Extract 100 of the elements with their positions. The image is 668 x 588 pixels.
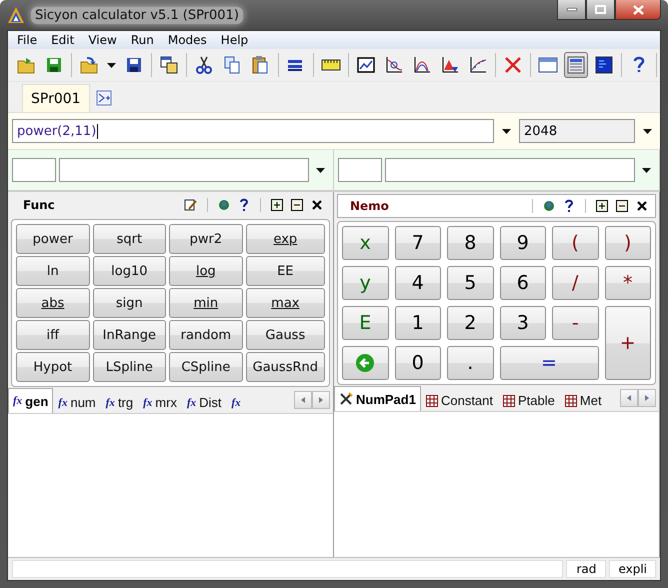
function-button[interactable]: sign bbox=[92, 288, 166, 318]
value-field[interactable] bbox=[385, 158, 635, 182]
keypad-key[interactable]: y bbox=[342, 266, 388, 300]
keypad-key[interactable]: + bbox=[604, 306, 651, 380]
keypad-key[interactable]: x bbox=[342, 226, 388, 260]
backspace-button[interactable] bbox=[342, 346, 388, 380]
help-icon[interactable] bbox=[237, 198, 251, 212]
globe-icon[interactable] bbox=[217, 198, 231, 212]
result-field[interactable]: 2048 bbox=[519, 119, 635, 143]
keypad-key[interactable]: 7 bbox=[394, 226, 441, 260]
dropdown-arrow-icon[interactable] bbox=[642, 168, 651, 172]
maximize-button[interactable] bbox=[586, 0, 615, 20]
keypad-key[interactable]: 5 bbox=[447, 266, 494, 300]
dropdown-arrow-icon[interactable] bbox=[643, 128, 652, 134]
cut-icon bbox=[194, 55, 214, 75]
document-tab[interactable]: SPr001 bbox=[22, 84, 90, 112]
minimize-button[interactable] bbox=[557, 0, 586, 20]
help-icon[interactable] bbox=[562, 199, 576, 213]
toolbar-button[interactable] bbox=[564, 52, 588, 78]
scroll-right-button[interactable] bbox=[312, 391, 330, 409]
function-button[interactable]: log bbox=[169, 256, 243, 286]
keypad-key[interactable]: 3 bbox=[500, 306, 546, 340]
function-button[interactable]: max bbox=[246, 288, 325, 318]
function-button[interactable]: abs bbox=[16, 288, 90, 318]
panel-tab[interactable]: fx gen bbox=[8, 388, 54, 413]
scroll-left-button[interactable] bbox=[620, 389, 638, 407]
keypad-key[interactable]: = bbox=[500, 346, 598, 380]
table-icon bbox=[503, 394, 516, 406]
expand-icon[interactable] bbox=[595, 199, 609, 213]
collapse-icon[interactable] bbox=[290, 198, 304, 212]
close-icon[interactable] bbox=[310, 198, 324, 212]
function-button[interactable]: sqrt bbox=[92, 224, 166, 254]
collapse-icon[interactable] bbox=[615, 199, 629, 213]
left-arrow-icon bbox=[627, 395, 631, 401]
name-field[interactable] bbox=[12, 158, 56, 182]
function-button[interactable]: LSpline bbox=[92, 352, 166, 382]
close-icon[interactable] bbox=[635, 199, 649, 213]
menu-item[interactable]: View bbox=[81, 33, 124, 47]
function-button[interactable]: Gauss bbox=[246, 320, 325, 350]
expression-field[interactable]: power(2,11) bbox=[12, 119, 494, 143]
edit-icon[interactable] bbox=[184, 198, 198, 212]
dropdown-arrow-icon[interactable] bbox=[316, 168, 325, 172]
menu-item[interactable]: File bbox=[10, 33, 44, 47]
function-button[interactable]: CSpline bbox=[169, 352, 243, 382]
tools-icon bbox=[339, 392, 353, 406]
function-button[interactable]: min bbox=[169, 288, 243, 318]
keypad-key[interactable]: * bbox=[604, 266, 651, 300]
function-button[interactable]: ln bbox=[16, 256, 90, 286]
function-button[interactable]: EE bbox=[246, 256, 325, 286]
function-button[interactable]: iff bbox=[16, 320, 90, 350]
menu-item[interactable]: Run bbox=[124, 33, 161, 47]
name-field[interactable] bbox=[338, 158, 382, 182]
keypad-key[interactable]: 9 bbox=[500, 226, 546, 260]
panel-tab[interactable]: Constant bbox=[420, 389, 498, 411]
status-item: rad bbox=[566, 560, 606, 578]
function-button[interactable]: Hypot bbox=[16, 352, 90, 382]
panel-tab[interactable]: fx bbox=[226, 391, 246, 413]
maximize-icon bbox=[595, 5, 606, 14]
keypad-key[interactable]: 4 bbox=[394, 266, 441, 300]
keypad-key[interactable]: / bbox=[552, 266, 598, 300]
dropdown-arrow-icon[interactable] bbox=[107, 62, 116, 68]
function-icon: fx bbox=[232, 396, 241, 408]
dropdown-arrow-icon[interactable] bbox=[502, 128, 511, 134]
function-icon: fx bbox=[143, 396, 152, 408]
scroll-left-button[interactable] bbox=[294, 391, 312, 409]
keypad-key[interactable]: 8 bbox=[447, 226, 494, 260]
keypad-key[interactable]: 6 bbox=[500, 266, 546, 300]
panel-tab[interactable]: fx trg bbox=[100, 391, 138, 413]
keypad-key[interactable]: ( bbox=[552, 226, 598, 260]
close-button[interactable] bbox=[615, 0, 661, 20]
scroll-right-button[interactable] bbox=[638, 389, 656, 407]
function-button[interactable]: exp bbox=[246, 224, 325, 254]
new-tab-icon[interactable] bbox=[96, 90, 112, 106]
right-arrow-icon bbox=[645, 395, 649, 401]
menu-item[interactable]: Edit bbox=[44, 33, 82, 47]
function-button[interactable]: InRange bbox=[92, 320, 166, 350]
panel-tab[interactable]: fx mrx bbox=[138, 391, 182, 413]
function-button[interactable]: GaussRnd bbox=[246, 352, 325, 382]
panel-tab[interactable]: Ptable bbox=[498, 389, 560, 411]
function-button[interactable]: log10 bbox=[92, 256, 166, 286]
keypad-key[interactable]: E bbox=[342, 306, 388, 340]
keypad-key[interactable]: 2 bbox=[447, 306, 494, 340]
function-button[interactable]: pwr2 bbox=[169, 224, 243, 254]
value-field[interactable] bbox=[59, 158, 309, 182]
keypad-key[interactable]: . bbox=[447, 346, 494, 380]
expand-icon[interactable] bbox=[270, 198, 284, 212]
keypad-key[interactable]: ) bbox=[604, 226, 651, 260]
display-icon bbox=[538, 55, 558, 75]
menu-item[interactable]: Modes bbox=[160, 33, 214, 47]
menu-item[interactable]: Help bbox=[214, 33, 256, 47]
keypad-key[interactable]: 1 bbox=[394, 306, 441, 340]
keypad-key[interactable]: - bbox=[552, 306, 598, 340]
function-button[interactable]: power bbox=[16, 224, 90, 254]
globe-icon[interactable] bbox=[542, 199, 556, 213]
panel-tab[interactable]: fx num bbox=[53, 391, 101, 413]
keypad-key[interactable]: 0 bbox=[394, 346, 441, 380]
panel-tab[interactable]: Met bbox=[560, 389, 607, 411]
panel-tab[interactable]: NumPad1 bbox=[334, 386, 421, 411]
function-button[interactable]: random bbox=[169, 320, 243, 350]
panel-tab[interactable]: fx Dist bbox=[182, 391, 227, 413]
